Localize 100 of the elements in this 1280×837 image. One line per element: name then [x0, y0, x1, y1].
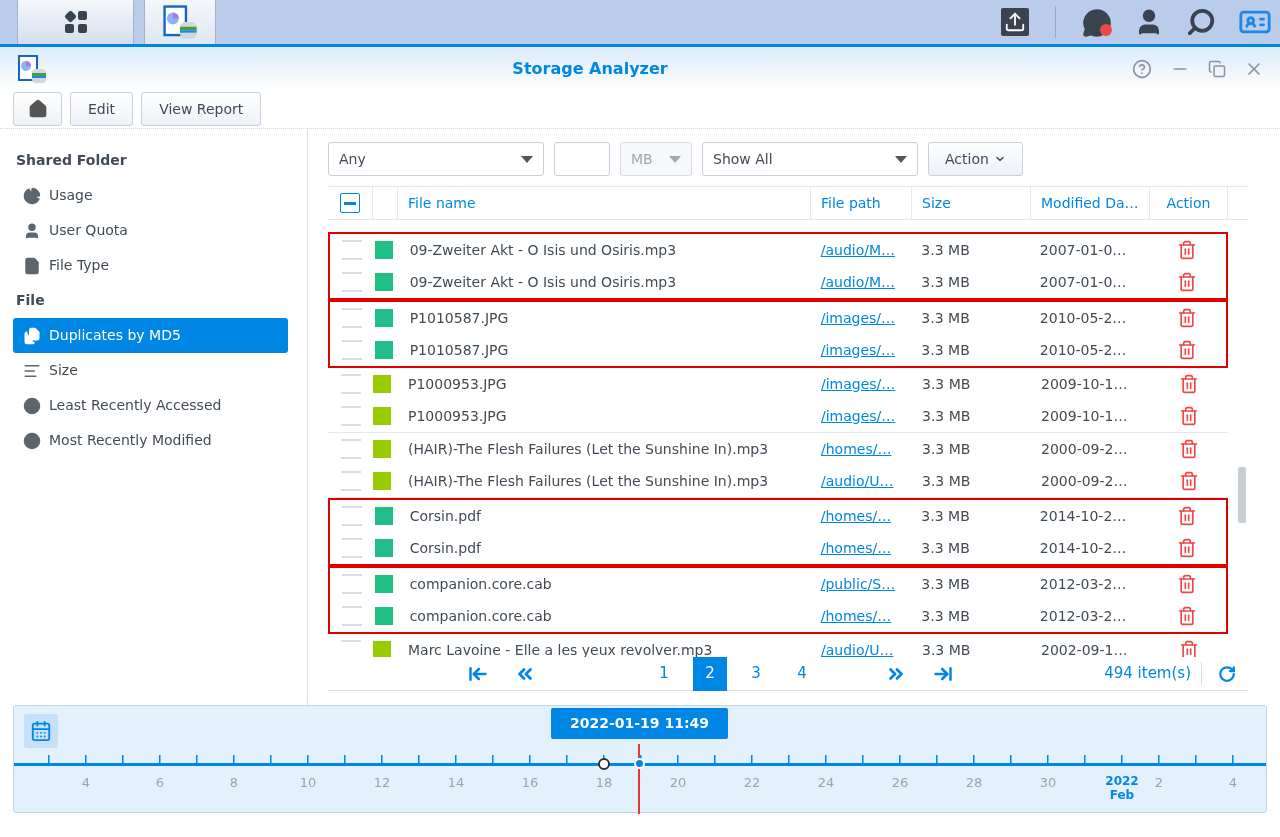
row-checkbox[interactable] [342, 538, 363, 558]
file-size: 3.3 MB [921, 575, 970, 592]
main-menu-button[interactable] [17, 0, 134, 44]
file-path-link[interactable]: /public/S… [820, 575, 896, 592]
modified-date: 2012-03-2… [1039, 575, 1127, 592]
page-button[interactable]: 3 [739, 656, 773, 691]
show-dropdown[interactable]: Show All [702, 142, 918, 176]
row-checkbox[interactable] [342, 272, 363, 292]
delete-icon[interactable] [1179, 471, 1199, 491]
column-header[interactable]: File path [811, 187, 912, 219]
delete-icon[interactable] [1177, 340, 1198, 360]
axis-label: 18 [595, 776, 613, 790]
sidebar-item[interactable]: Duplicates by MD5 [13, 318, 288, 353]
file-size: 3.3 MB [922, 407, 971, 424]
modified-date: 2002-09-1… [1041, 641, 1128, 657]
modified-date: 2009-10-1… [1041, 375, 1128, 392]
delete-icon[interactable] [1179, 374, 1199, 394]
select-all-checkbox[interactable] [340, 193, 360, 213]
sidebar-item[interactable]: File Type [13, 248, 288, 283]
page-button[interactable]: 4 [785, 656, 819, 691]
action-button[interactable]: Action [928, 142, 1023, 176]
row-checkbox[interactable] [342, 606, 363, 626]
file-path-link[interactable]: /homes/… [821, 440, 892, 457]
row-checkbox[interactable] [342, 240, 363, 260]
file-path-link[interactable]: /homes/… [820, 607, 892, 624]
current-handle[interactable] [634, 758, 645, 769]
search-icon[interactable] [1186, 7, 1216, 37]
toolbar-button[interactable]: Edit [70, 92, 134, 126]
unit-dropdown[interactable]: MB [620, 142, 692, 176]
file-path-link[interactable]: /images/… [820, 309, 896, 326]
sidebar-item[interactable]: Most Recently Modified [13, 423, 288, 458]
modified-date: 2010-05-2… [1039, 341, 1127, 358]
sidebar-item[interactable]: Least Recently Accessed [13, 388, 288, 423]
toolbar-button[interactable]: View Report [141, 92, 262, 126]
file-size: 3.3 MB [922, 641, 971, 657]
column-header[interactable]: Size [912, 187, 1031, 219]
axis-label: 14 [447, 776, 465, 790]
delete-icon[interactable] [1179, 439, 1199, 459]
column-header[interactable]: File name [398, 187, 811, 219]
home-icon [27, 99, 48, 119]
delete-icon[interactable] [1177, 606, 1198, 626]
file-name: Corsin.pdf [409, 507, 481, 524]
file-name: (HAIR)-The Flesh Failures (Let the Sunshine In).mp3 [408, 440, 769, 457]
type-dropdown[interactable]: Any [328, 142, 544, 176]
file-path-link[interactable]: /audio/M… [820, 241, 896, 258]
delete-icon[interactable] [1177, 574, 1198, 594]
file-path-link[interactable]: /homes/… [820, 539, 892, 556]
calendar-button[interactable] [24, 714, 58, 748]
size-input[interactable] [554, 142, 610, 176]
home-button[interactable] [13, 92, 62, 126]
file-path-link[interactable]: /audio/M… [820, 273, 896, 290]
help-icon[interactable] [1132, 58, 1152, 79]
delete-icon[interactable] [1177, 538, 1198, 558]
column-header[interactable]: Modified Da… [1031, 187, 1150, 219]
file-name: P1000953.JPG [408, 375, 507, 392]
upload-icon[interactable] [1001, 8, 1029, 36]
row-checkbox[interactable] [340, 439, 361, 459]
row-checkbox[interactable] [342, 506, 363, 526]
chat-icon[interactable] [1082, 8, 1112, 36]
file-size: 3.3 MB [921, 341, 970, 358]
file-path-link[interactable]: /audio/U… [821, 472, 894, 489]
refresh-icon[interactable] [1218, 664, 1236, 683]
axis-label: 26 [891, 776, 909, 790]
row-checkbox[interactable] [342, 340, 363, 360]
delete-icon[interactable] [1177, 272, 1198, 292]
documents-icon [23, 326, 41, 345]
axis-label: 2 [1154, 776, 1164, 790]
file-path-link[interactable]: /audio/U… [821, 641, 894, 657]
restore-icon[interactable] [1208, 59, 1226, 78]
sidebar-item[interactable]: Usage [13, 178, 288, 213]
scrollbar-thumb[interactable] [1238, 467, 1246, 523]
row-checkbox[interactable] [342, 574, 363, 594]
sidebar-item[interactable]: Size [13, 353, 288, 388]
row-checkbox[interactable] [342, 308, 363, 328]
start-handle[interactable] [598, 758, 610, 770]
item-count: 494 item(s) [1104, 662, 1202, 685]
file-size: 3.3 MB [922, 472, 971, 489]
row-checkbox[interactable] [340, 374, 361, 394]
app-taskbar-button[interactable] [144, 0, 216, 44]
delete-icon[interactable] [1177, 308, 1198, 328]
row-checkbox[interactable] [340, 471, 361, 491]
document-icon [23, 256, 41, 275]
axis-label: 28 [965, 776, 983, 790]
axis-label: 8 [229, 776, 239, 790]
column-header[interactable]: Action [1150, 187, 1228, 219]
sidebar-item[interactable]: User Quota [13, 213, 288, 248]
delete-icon[interactable] [1179, 406, 1199, 426]
page-button[interactable]: 2 [693, 656, 727, 691]
file-path-link[interactable]: /images/… [821, 407, 896, 424]
row-checkbox[interactable] [340, 406, 361, 426]
delete-icon[interactable] [1179, 640, 1199, 657]
file-name: 09-Zweiter Akt - O Isis und Osiris.mp3 [409, 241, 677, 258]
file-path-link[interactable]: /images/… [820, 341, 896, 358]
file-path-link[interactable]: /homes/… [820, 507, 892, 524]
file-name: P1010587.JPG [409, 309, 509, 326]
delete-icon[interactable] [1177, 506, 1198, 526]
file-path-link[interactable]: /images/… [821, 375, 896, 392]
file-name: 09-Zweiter Akt - O Isis und Osiris.mp3 [409, 273, 677, 290]
delete-icon[interactable] [1177, 240, 1198, 260]
page-button[interactable]: 1 [647, 656, 681, 691]
